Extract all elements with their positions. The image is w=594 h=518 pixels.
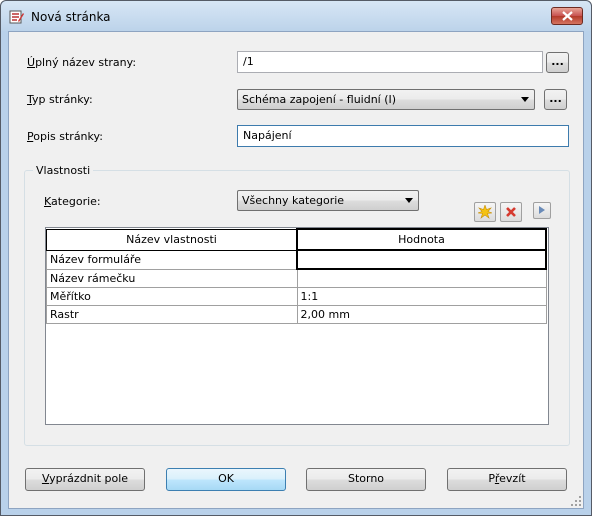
description-input[interactable]: Napájení xyxy=(237,125,569,147)
table-row[interactable]: Rastr 2,00 mm xyxy=(46,305,547,324)
ok-button[interactable]: OK xyxy=(166,468,286,491)
chevron-down-icon xyxy=(521,97,529,102)
properties-table: Název vlastnosti Hodnota Název formuláře… xyxy=(46,228,547,324)
page-type-select[interactable]: Schéma zapojení - fluidní (I) xyxy=(237,89,535,110)
new-star-icon xyxy=(478,205,492,219)
table-row[interactable]: Název formuláře xyxy=(46,249,547,270)
property-value-cell[interactable]: 1:1 xyxy=(296,287,547,306)
play-arrow-icon xyxy=(539,206,545,214)
delete-icon xyxy=(506,207,516,217)
cancel-button[interactable]: Storno xyxy=(306,468,426,491)
close-icon xyxy=(562,11,573,21)
property-value-cell[interactable] xyxy=(296,268,547,288)
property-name-cell[interactable]: Rastr xyxy=(46,305,298,324)
title-bar[interactable]: Nová stránka xyxy=(1,1,591,31)
resize-grip-icon[interactable] xyxy=(571,496,581,506)
page-type-label: Typ stránky: xyxy=(27,93,93,106)
category-value: Všechny kategorie xyxy=(242,194,345,207)
page-type-value: Schéma zapojení - fluidní (I) xyxy=(242,93,397,106)
property-name-cell[interactable]: Měřítko xyxy=(46,287,298,306)
page-type-browse-button[interactable]: ... xyxy=(544,89,567,110)
delete-property-button[interactable] xyxy=(500,202,522,222)
dialog-client-area: Úplný název strany: /1 ... Typ stránky: … xyxy=(8,31,584,509)
category-label: Kategorie: xyxy=(44,195,101,208)
expand-button[interactable] xyxy=(533,202,551,219)
chevron-down-icon xyxy=(405,198,413,203)
properties-group-title: Vlastnosti xyxy=(33,164,94,177)
category-select[interactable]: Všechny kategorie xyxy=(237,190,419,211)
table-row[interactable]: Název rámečku xyxy=(46,268,547,288)
properties-grid[interactable]: Název vlastnosti Hodnota Název formuláře… xyxy=(45,227,549,425)
full-name-browse-button[interactable]: ... xyxy=(546,52,569,73)
property-name-cell[interactable]: Název rámečku xyxy=(46,268,298,288)
full-name-input[interactable]: /1 xyxy=(237,51,543,73)
clear-fields-button[interactable]: Vyprázdnit pole xyxy=(25,468,145,491)
window-title: Nová stránka xyxy=(31,10,111,24)
description-label: Popis stránky: xyxy=(27,130,103,143)
full-name-label: Úplný název strany: xyxy=(27,56,137,69)
property-value-cell[interactable] xyxy=(296,249,547,270)
close-button[interactable] xyxy=(551,7,583,25)
table-row[interactable]: Měřítko 1:1 xyxy=(46,287,547,306)
header-property-name[interactable]: Název vlastnosti xyxy=(46,228,298,251)
property-name-cell[interactable]: Název formuláře xyxy=(46,249,298,270)
dialog-window: Nová stránka Úplný název strany: /1 ... … xyxy=(0,0,592,516)
apply-button[interactable]: Převzít xyxy=(447,468,567,491)
new-property-button[interactable] xyxy=(474,202,496,222)
header-value[interactable]: Hodnota xyxy=(296,228,547,251)
app-icon xyxy=(9,9,25,25)
property-value-cell[interactable]: 2,00 mm xyxy=(296,305,547,324)
